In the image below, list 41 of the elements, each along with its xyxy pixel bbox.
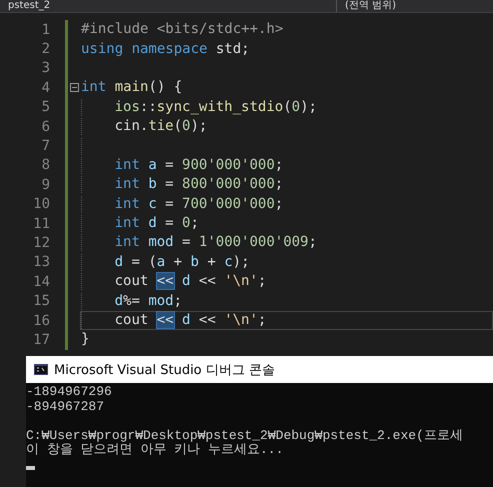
- code-line: #include <bits/stdc++.h>: [80, 20, 284, 40]
- line-number: 6: [40, 118, 50, 135]
- line-number: 17: [32, 332, 50, 348]
- console-title: Microsoft Visual Studio 디버그 콘솔: [54, 362, 275, 378]
- line-number: 11: [32, 216, 50, 232]
- text-cursor: [26, 466, 35, 470]
- line-number: 9: [40, 176, 50, 193]
- line-number: 14: [32, 274, 50, 290]
- line-number: 13: [32, 254, 50, 270]
- code-line: ios::sync_with_stdio(0);: [80, 98, 493, 117]
- code-line: }: [80, 330, 90, 350]
- code-line: using namespace std;: [80, 40, 251, 59]
- line-number: 15: [32, 293, 50, 310]
- code-line: int c = 700'000'000;: [80, 194, 493, 214]
- code-line: int d = 0;: [80, 214, 493, 234]
- line-number: 7: [40, 138, 50, 154]
- collapse-icon[interactable]: [70, 83, 78, 92]
- console-output-line: -894967287: [26, 400, 106, 414]
- code-line: d%= mod;: [80, 292, 493, 311]
- code-line: int a = 900'000'000;: [80, 156, 493, 175]
- line-number: 2: [40, 41, 50, 58]
- console-app-icon: [34, 364, 48, 375]
- console-message-line: C:₩Users₩progr₩Desktop₩pstest_2₩Debug₩pstest_2.exe(프로세: [26, 428, 464, 443]
- code-line: cout << d << '\n';: [80, 272, 493, 292]
- code-line: int b = 800'000'000;: [80, 175, 493, 194]
- line-number: 4: [40, 80, 50, 96]
- code-line: d = (a + b + c);: [80, 252, 493, 272]
- line-number: 3: [40, 60, 50, 76]
- code-line: int mod = 1'000'000'009;: [80, 233, 493, 252]
- line-number: 10: [32, 196, 50, 212]
- code-line: int main() {: [80, 78, 184, 98]
- line-number: 8: [40, 157, 50, 174]
- project-dropdown[interactable]: pstest_2: [0, 0, 337, 12]
- line-number: 16: [32, 312, 50, 329]
- code-line: cin.tie(0);: [80, 117, 493, 136]
- console-message-line: 이 창을 닫으려면 아무 키나 누르세요...: [26, 443, 284, 458]
- console-output-line: -1894967296: [26, 385, 113, 400]
- line-number: 5: [40, 99, 50, 116]
- line-number: 12: [32, 234, 50, 251]
- scope-dropdown[interactable]: (전역 범위): [337, 0, 404, 12]
- line-number: 1: [40, 22, 50, 38]
